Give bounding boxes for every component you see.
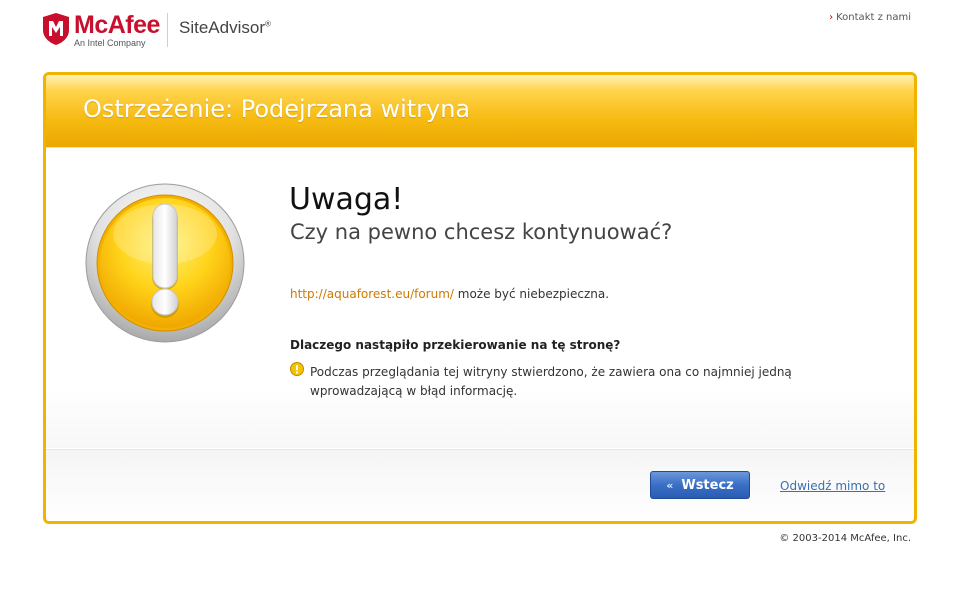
warning-heading: Uwaga!: [289, 182, 404, 217]
panel-header: Ostrzeżenie: Podejrzana witryna: [46, 75, 914, 148]
url-line: http://aquaforest.eu/forum/ może być nie…: [290, 287, 609, 301]
back-button[interactable]: « Wstecz: [650, 471, 750, 499]
brand-subtitle: An Intel Company: [74, 38, 146, 48]
copyright: © 2003-2014 McAfee, Inc.: [779, 533, 911, 544]
panel-footer: « Wstecz Odwiedź mimo to: [46, 449, 914, 521]
warning-panel: Ostrzeżenie: Podejrzana witryna Uwaga! C…: [43, 72, 917, 524]
back-button-label: Wstecz: [681, 477, 734, 493]
contact-link-label: Kontakt z nami: [836, 12, 911, 23]
contact-link[interactable]: › Kontakt z nami: [829, 12, 911, 23]
suspicious-url-link[interactable]: http://aquaforest.eu/forum/: [290, 287, 454, 301]
double-chevron-left-icon: «: [666, 478, 674, 492]
small-warning-icon: [290, 362, 304, 376]
why-text: Podczas przeglądania tej witryny stwierd…: [310, 365, 792, 398]
chevron-right-icon: ›: [829, 12, 834, 23]
panel-body: Uwaga! Czy na pewno chcesz kontynuować? …: [46, 148, 914, 448]
exclamation-warning-icon: [85, 183, 245, 343]
why-title: Dlaczego nastąpiło przekierowanie na tę …: [290, 338, 621, 352]
visit-anyway-link[interactable]: Odwiedź mimo to: [780, 479, 885, 493]
panel-title: Ostrzeżenie: Podejrzana witryna: [83, 95, 471, 123]
url-suffix: może być niebezpieczna.: [453, 287, 610, 301]
product-name: SiteAdvisor®: [179, 18, 271, 37]
brand-divider: [167, 13, 168, 47]
warning-subheading: Czy na pewno chcesz kontynuować?: [290, 220, 673, 244]
mcafee-shield-icon: [43, 13, 69, 45]
brand-name: McAfee: [74, 11, 160, 39]
